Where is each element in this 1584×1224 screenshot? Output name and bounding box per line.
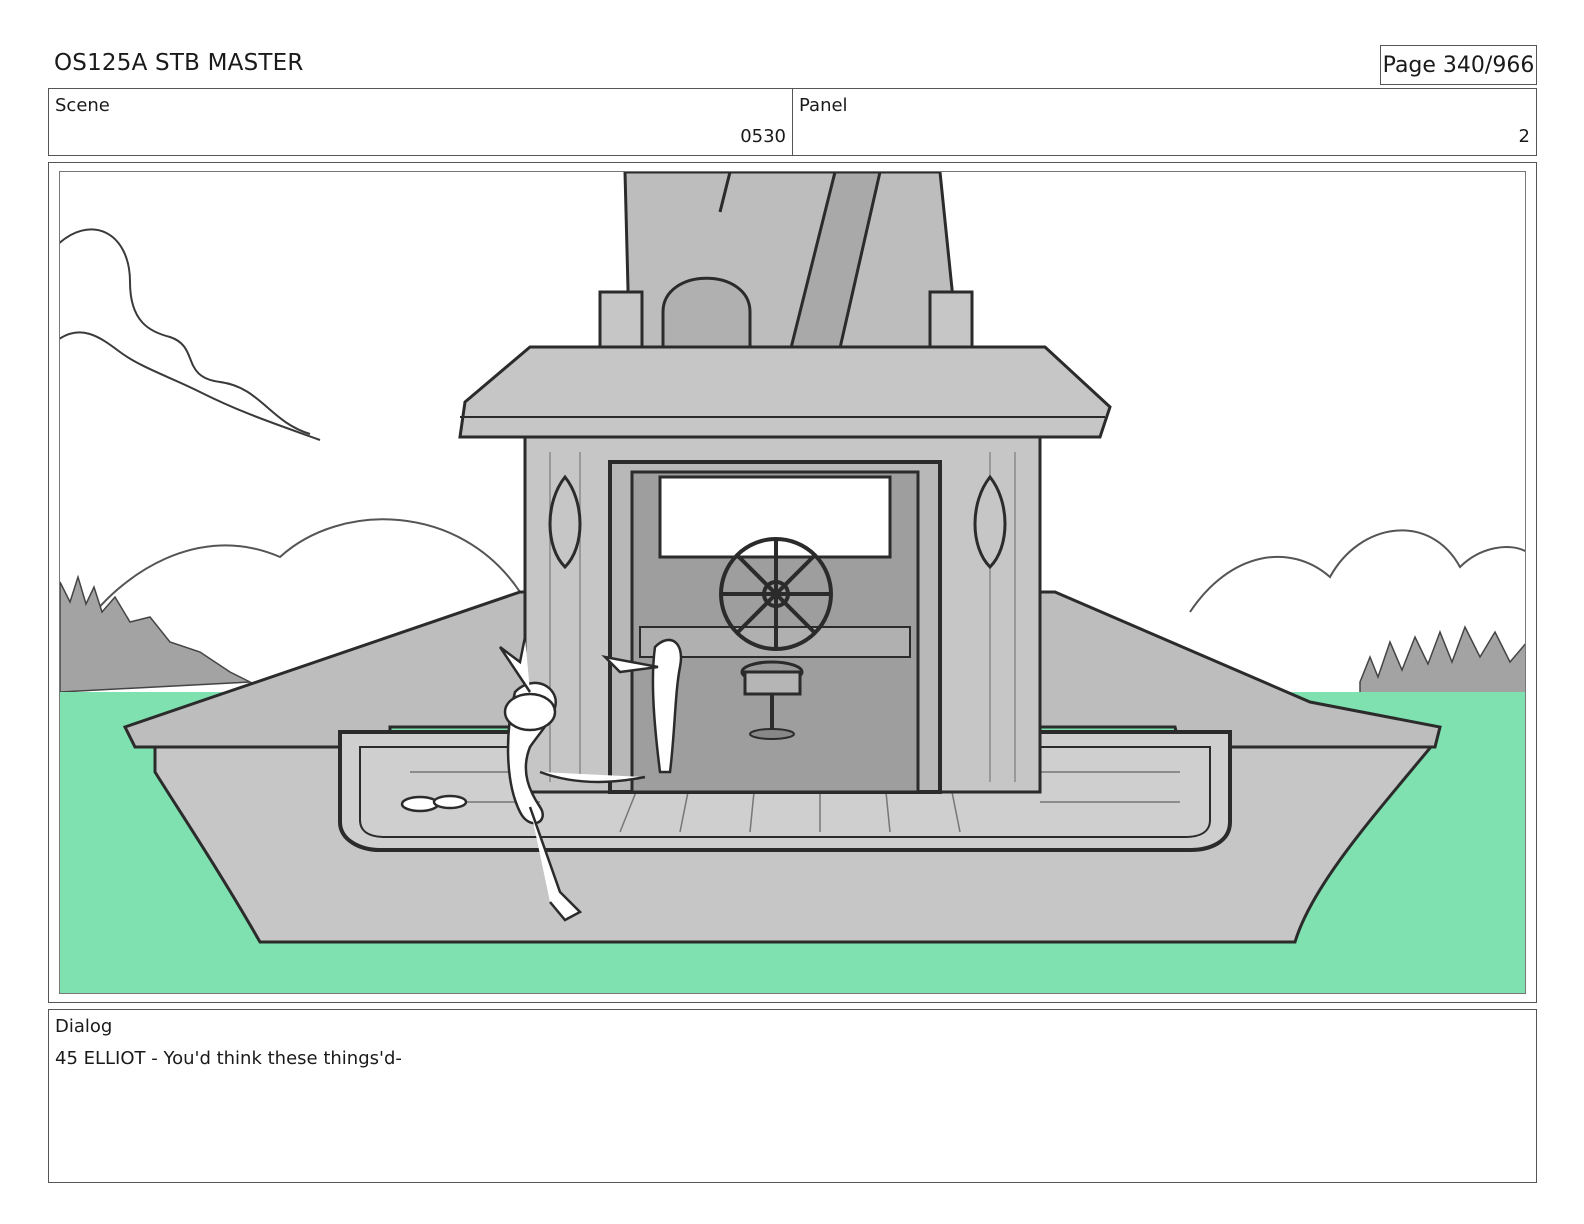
scene-number: 0530 [740,126,786,147]
ship-wheel [719,537,833,651]
panel-cell: Panel 2 [792,89,1536,155]
dialog-line: 45 ELLIOT - You'd think these things'd- [55,1048,402,1069]
page-number: Page 340/966 [1380,45,1537,85]
scene-cell: Scene 0530 [49,89,792,155]
scene-label: Scene [55,95,110,116]
panel-number: 2 [1518,126,1530,147]
storyboard-frame [48,162,1537,1003]
panel-label: Panel [799,95,848,116]
dialog-section: Dialog 45 ELLIOT - You'd think these thi… [48,1009,1537,1183]
document-title: OS125A STB MASTER [54,50,304,76]
dialog-label: Dialog [55,1016,113,1037]
scene-panel-info: Scene 0530 Panel 2 [48,88,1537,156]
storyboard-drawing [59,171,1526,994]
boat-scene-illustration [60,172,1525,993]
